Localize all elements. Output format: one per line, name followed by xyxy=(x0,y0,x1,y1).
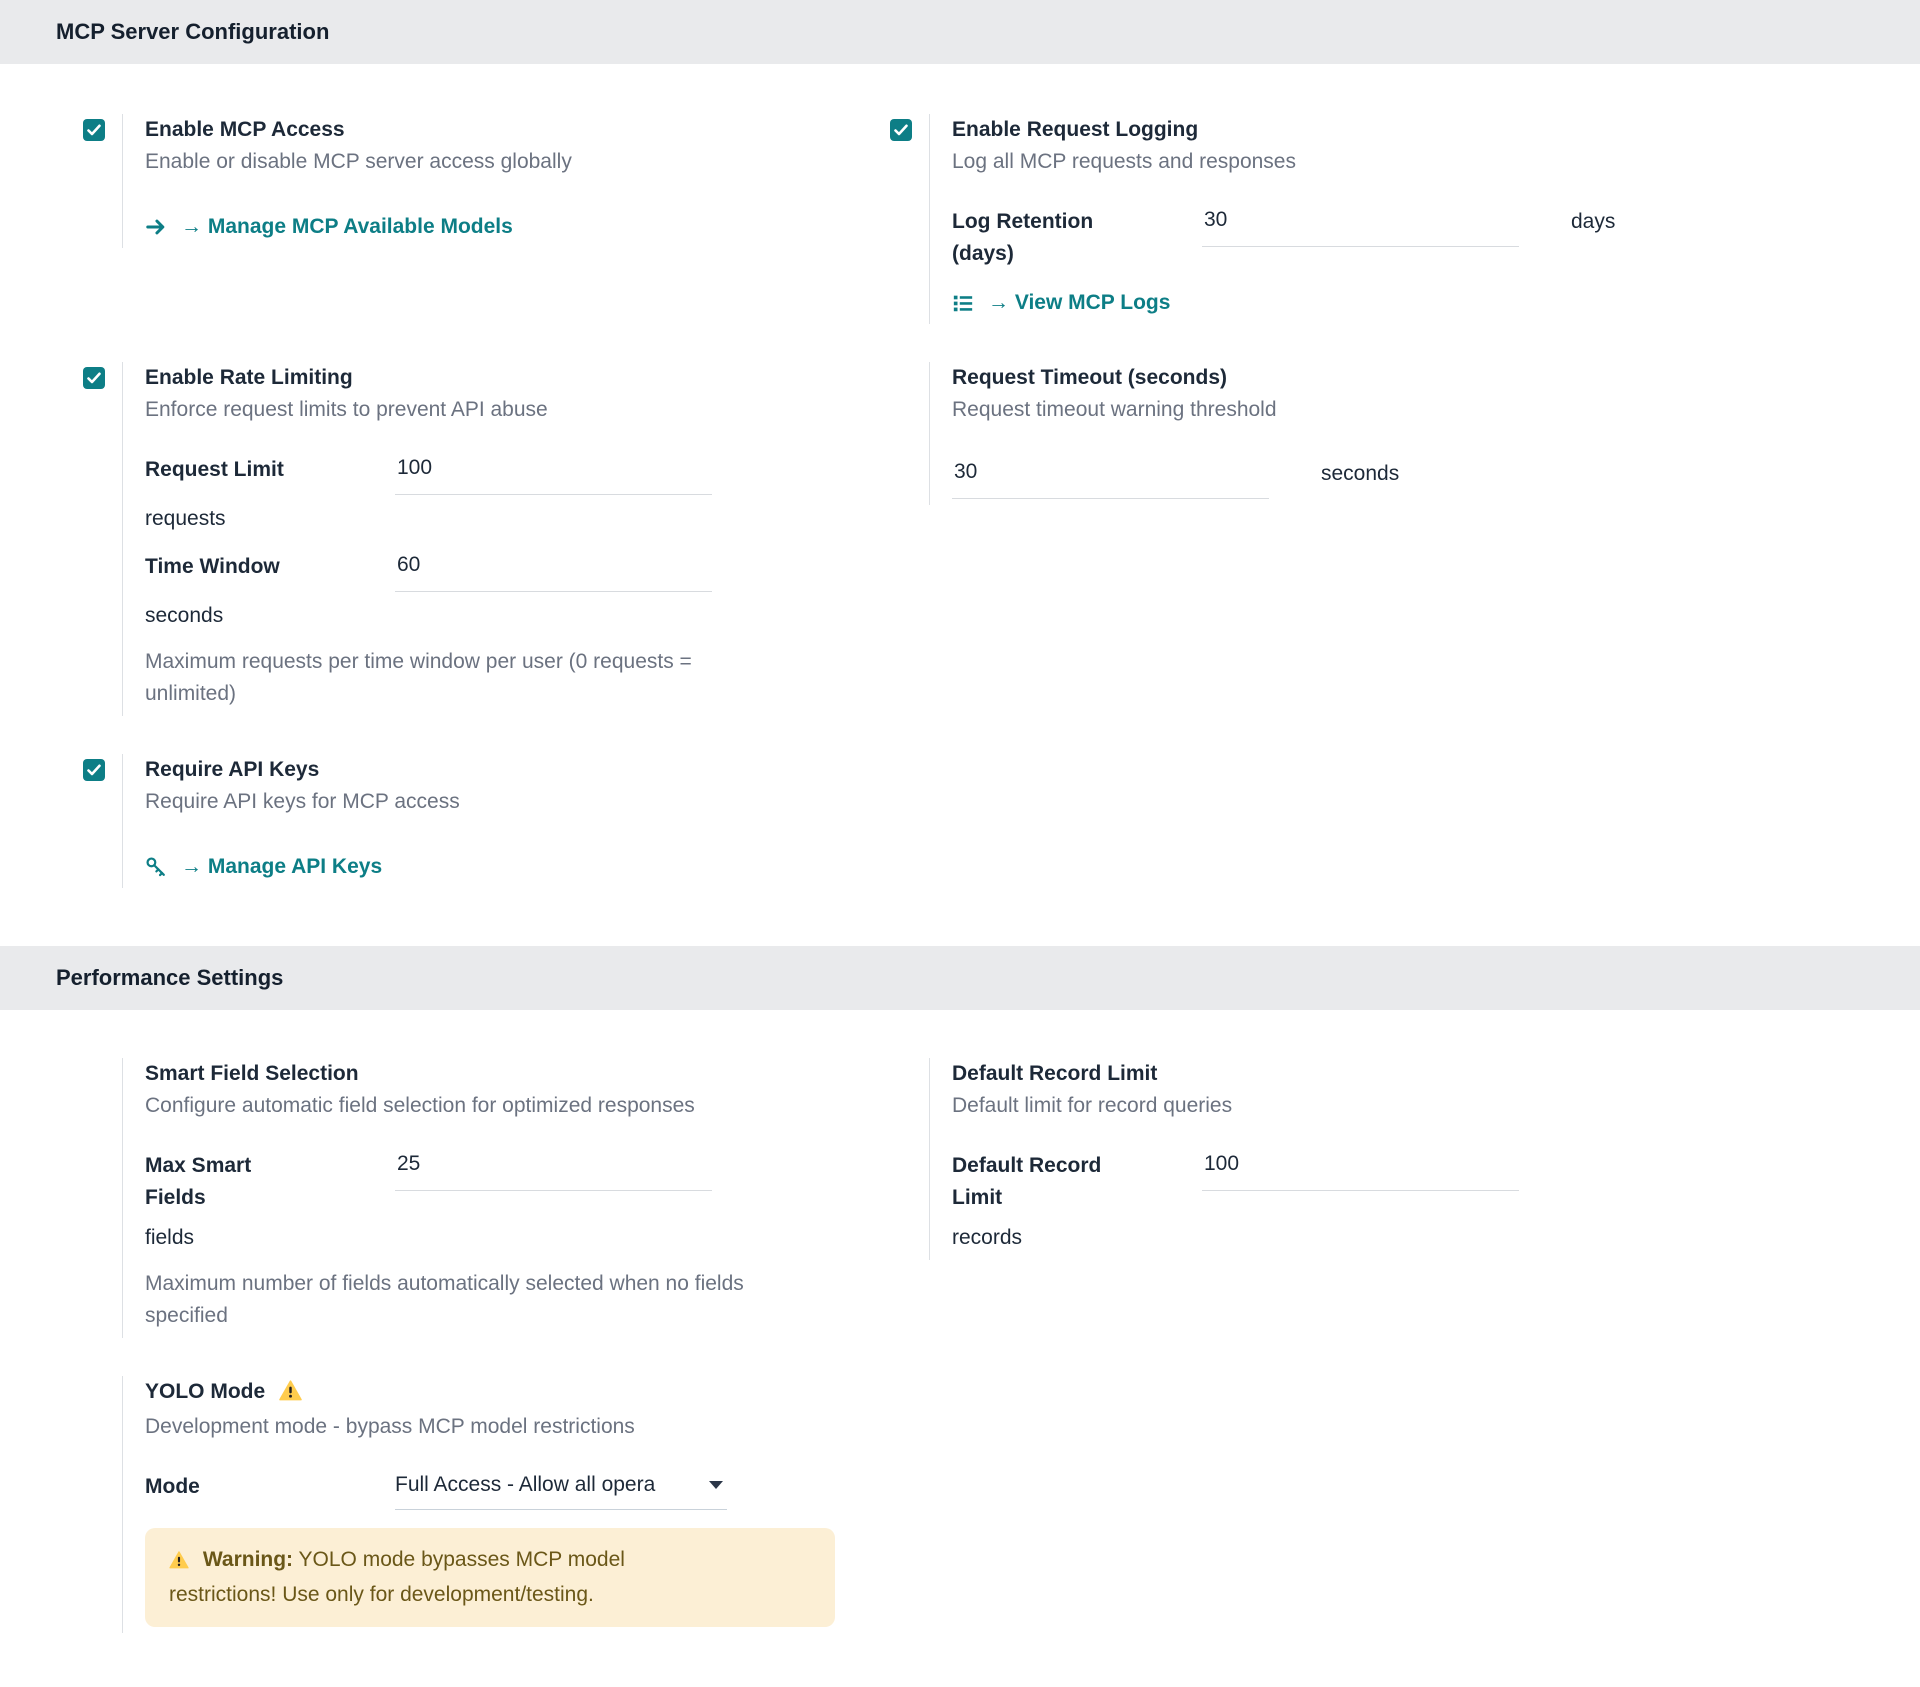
setting-title: Request Timeout (seconds) xyxy=(952,362,1840,394)
setting-title: Enable Request Logging xyxy=(952,114,1840,146)
mcp-section-body: Enable MCP Access Enable or disable MCP … xyxy=(0,64,1920,946)
mode-select-value: Full Access - Allow all opera xyxy=(395,1471,695,1499)
request-limit-label: Request Limit xyxy=(145,454,395,486)
setting-description: Enable or disable MCP server access glob… xyxy=(145,146,890,178)
setting-title: Require API Keys xyxy=(145,754,890,786)
view-mcp-logs-link[interactable]: → View MCP Logs xyxy=(988,288,1170,318)
time-window-unit: seconds xyxy=(145,600,890,632)
setting-description: Require API keys for MCP access xyxy=(145,786,890,818)
settings-row-4: Smart Field Selection Configure automati… xyxy=(83,1058,1840,1338)
enable-request-logging-checkbox[interactable] xyxy=(890,119,912,141)
request-timeout-input[interactable] xyxy=(952,458,1269,499)
setting-description: Enforce request limits to prevent API ab… xyxy=(145,394,890,426)
request-limit-input[interactable] xyxy=(395,454,712,495)
default-record-limit-input[interactable] xyxy=(1202,1150,1519,1191)
setting-enable-mcp-access: Enable MCP Access Enable or disable MCP … xyxy=(83,114,890,248)
check-icon xyxy=(87,764,101,776)
setting-request-timeout: Request Timeout (seconds) Request timeou… xyxy=(890,362,1840,505)
settings-row-2: Enable Rate Limiting Enforce request lim… xyxy=(83,362,1840,716)
setting-title: Smart Field Selection xyxy=(145,1058,890,1090)
mode-select[interactable]: Full Access - Allow all opera xyxy=(395,1471,727,1510)
max-smart-fields-unit: fields xyxy=(145,1222,890,1254)
setting-enable-rate-limiting: Enable Rate Limiting Enforce request lim… xyxy=(83,362,890,716)
time-window-label: Time Window xyxy=(145,551,395,583)
performance-section-body: Smart Field Selection Configure automati… xyxy=(0,1010,1920,1633)
settings-row-3: Require API Keys Require API keys for MC… xyxy=(83,754,1840,888)
max-smart-fields-label: Max Smart Fields xyxy=(145,1150,395,1214)
enable-rate-limiting-checkbox[interactable] xyxy=(83,367,105,389)
setting-description: Request timeout warning threshold xyxy=(952,394,1840,426)
check-icon xyxy=(87,124,101,136)
arrow-right-icon xyxy=(145,216,167,238)
warning-triangle-icon xyxy=(169,1551,195,1574)
rate-limit-help-text: Maximum requests per time window per use… xyxy=(145,646,760,710)
default-record-limit-unit: records xyxy=(952,1222,1840,1254)
setting-title: YOLO Mode xyxy=(145,1376,890,1411)
warning-label: Warning: xyxy=(203,1548,293,1571)
time-window-input[interactable] xyxy=(395,551,712,592)
mode-label: Mode xyxy=(145,1471,395,1503)
yolo-warning-alert: Warning: YOLO mode bypasses MCP model re… xyxy=(145,1528,835,1627)
manage-mcp-models-link[interactable]: → Manage MCP Available Models xyxy=(181,212,513,242)
manage-api-keys-link[interactable]: → Manage API Keys xyxy=(181,852,382,882)
request-timeout-unit: seconds xyxy=(1321,458,1399,490)
default-record-limit-label: Default Record Limit xyxy=(952,1150,1202,1214)
setting-yolo-mode: YOLO Mode Development mode - bypass MCP … xyxy=(83,1376,890,1633)
setting-smart-field-selection: Smart Field Selection Configure automati… xyxy=(83,1058,890,1338)
setting-description: Configure automatic field selection for … xyxy=(145,1090,890,1122)
check-icon xyxy=(894,124,908,136)
require-api-keys-checkbox[interactable] xyxy=(83,759,105,781)
warning-triangle-icon xyxy=(273,1383,302,1406)
log-retention-label: Log Retention (days) xyxy=(952,206,1202,270)
mcp-section-header: MCP Server Configuration xyxy=(0,0,1920,64)
setting-title: Default Record Limit xyxy=(952,1058,1840,1090)
setting-default-record-limit: Default Record Limit Default limit for r… xyxy=(890,1058,1840,1260)
chevron-down-icon xyxy=(709,1481,723,1489)
setting-title: Enable Rate Limiting xyxy=(145,362,890,394)
setting-description: Default limit for record queries xyxy=(952,1090,1840,1122)
max-smart-fields-input[interactable] xyxy=(395,1150,712,1191)
setting-description: Log all MCP requests and responses xyxy=(952,146,1840,178)
settings-row-1: Enable MCP Access Enable or disable MCP … xyxy=(83,114,1840,324)
performance-section-header: Performance Settings xyxy=(0,946,1920,1010)
check-icon xyxy=(87,372,101,384)
setting-require-api-keys: Require API Keys Require API keys for MC… xyxy=(83,754,890,888)
key-icon xyxy=(145,856,167,878)
settings-row-5: YOLO Mode Development mode - bypass MCP … xyxy=(83,1376,1840,1633)
enable-mcp-access-checkbox[interactable] xyxy=(83,119,105,141)
setting-title: Enable MCP Access xyxy=(145,114,890,146)
setting-enable-request-logging: Enable Request Logging Log all MCP reque… xyxy=(890,114,1840,324)
log-retention-input[interactable] xyxy=(1202,206,1519,247)
setting-description: Development mode - bypass MCP model rest… xyxy=(145,1411,890,1443)
list-icon xyxy=(952,292,974,314)
log-retention-unit: days xyxy=(1571,206,1615,238)
smart-fields-help-text: Maximum number of fields automatically s… xyxy=(145,1268,760,1332)
request-limit-unit: requests xyxy=(145,503,890,535)
